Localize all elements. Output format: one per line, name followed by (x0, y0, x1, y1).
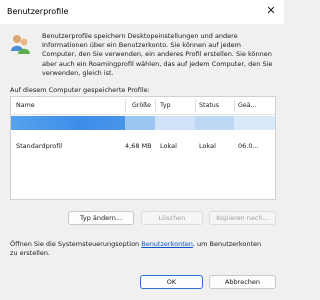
profile-changed: 06.0... (238, 142, 259, 150)
close-icon[interactable]: ✕ (264, 4, 278, 18)
column-header-changed[interactable]: Geä... (238, 102, 257, 109)
profile-type: Lokal (160, 142, 177, 150)
column-divider[interactable] (195, 99, 196, 112)
profile-status: Lokal (199, 142, 216, 150)
column-header-type[interactable]: Typ (160, 102, 171, 109)
user-accounts-link[interactable]: Benutzerkonten (141, 240, 193, 248)
delete-button[interactable]: Löschen (141, 211, 203, 225)
table-header: Name Größe Typ Status Geä... (11, 97, 275, 115)
title-bar: Benutzerprofile ✕ (0, 0, 284, 24)
profile-size: 4,68 MB (125, 142, 152, 150)
column-divider[interactable] (125, 99, 126, 112)
column-divider[interactable] (234, 99, 235, 112)
redacted-cell (11, 116, 125, 130)
intro-text: Benutzerprofile speichern Desktopeinstel… (42, 32, 273, 77)
redacted-cell (155, 116, 195, 130)
redacted-cell (195, 116, 234, 130)
users-icon (11, 35, 30, 54)
column-header-size[interactable]: Größe (132, 102, 151, 109)
change-type-button[interactable]: Typ ändern... (68, 211, 134, 225)
ok-button[interactable]: OK (140, 275, 203, 289)
footnote-before: Öffnen Sie die Systemsteuerungsoption (10, 240, 142, 248)
profile-name: Standardprofil (16, 142, 63, 150)
redacted-cell (234, 116, 275, 130)
redacted-cell (125, 116, 155, 130)
profiles-list-label: Auf diesem Computer gespeicherte Profile… (10, 86, 150, 94)
cancel-button[interactable]: Abbrechen (209, 275, 276, 289)
column-header-name[interactable]: Name (16, 102, 35, 109)
column-header-status[interactable]: Status (199, 102, 219, 109)
column-divider[interactable] (155, 99, 156, 112)
window-title: Benutzerprofile (7, 7, 69, 16)
footnote-text: Öffnen Sie die Systemsteuerungsoption Be… (10, 240, 270, 258)
table-row-selected[interactable] (11, 116, 275, 130)
profiles-table[interactable]: Name Größe Typ Status Geä... Standardpro… (10, 96, 276, 200)
copy-to-button[interactable]: Kopieren nach... (209, 211, 276, 225)
